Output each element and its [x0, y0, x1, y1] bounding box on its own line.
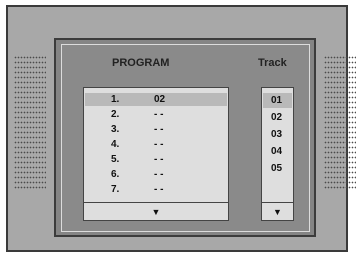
track-list-panel: 01 02 03 04 05 ▼ — [261, 87, 294, 221]
program-list-panel: 1. 02 2. - - 3. - - 4. - - 5. - - 6. - -… — [83, 87, 229, 221]
track-item-label: 04 — [271, 146, 283, 157]
triangle-down-icon: ▼ — [151, 206, 161, 217]
program-row-value: - - — [154, 109, 164, 120]
program-row-6[interactable]: 6. - - — [85, 168, 227, 181]
tv-frame: PROGRAM Track 1. 02 2. - - 3. - - 4. - -… — [6, 5, 356, 252]
program-row-number: 6. — [111, 169, 120, 180]
track-scroll-down-button[interactable]: ▼ — [262, 202, 293, 220]
track-item-label: 05 — [271, 163, 283, 174]
triangle-down-icon: ▼ — [273, 206, 282, 217]
program-row-value: - - — [154, 169, 164, 180]
program-row-1[interactable]: 1. 02 — [85, 93, 227, 106]
program-scroll-down-button[interactable]: ▼ — [84, 202, 228, 220]
program-row-number: 2. — [111, 109, 120, 120]
program-row-5[interactable]: 5. - - — [85, 153, 227, 166]
program-row-4[interactable]: 4. - - — [85, 138, 227, 151]
program-row-3[interactable]: 3. - - — [85, 123, 227, 136]
speaker-grille-right — [324, 55, 356, 189]
osd-panel: PROGRAM Track 1. 02 2. - - 3. - - 4. - -… — [61, 44, 310, 232]
program-row-7[interactable]: 7. - - — [85, 183, 227, 196]
track-item-label: 01 — [271, 95, 283, 106]
track-list: 01 02 03 04 05 — [263, 89, 292, 201]
osd-screen: PROGRAM Track 1. 02 2. - - 3. - - 4. - -… — [54, 38, 316, 237]
program-heading: PROGRAM — [112, 57, 170, 69]
track-item-01[interactable]: 01 — [263, 93, 292, 108]
program-row-value: 02 — [154, 94, 166, 105]
track-item-03[interactable]: 03 — [263, 127, 292, 142]
program-row-number: 7. — [111, 184, 120, 195]
track-heading: Track — [258, 57, 287, 69]
track-item-05[interactable]: 05 — [263, 161, 292, 176]
program-row-number: 5. — [111, 154, 120, 165]
program-row-value: - - — [154, 154, 164, 165]
program-list: 1. 02 2. - - 3. - - 4. - - 5. - - 6. - -… — [85, 89, 227, 201]
program-row-value: - - — [154, 124, 164, 135]
program-row-value: - - — [154, 184, 164, 195]
program-row-2[interactable]: 2. - - — [85, 108, 227, 121]
track-item-04[interactable]: 04 — [263, 144, 292, 159]
program-row-number: 4. — [111, 139, 120, 150]
program-row-number: 3. — [111, 124, 120, 135]
speaker-grille-left — [14, 55, 46, 189]
track-item-label: 03 — [271, 129, 283, 140]
program-row-number: 1. — [111, 94, 120, 105]
program-row-value: - - — [154, 139, 164, 150]
track-item-02[interactable]: 02 — [263, 110, 292, 125]
track-item-label: 02 — [271, 112, 283, 123]
